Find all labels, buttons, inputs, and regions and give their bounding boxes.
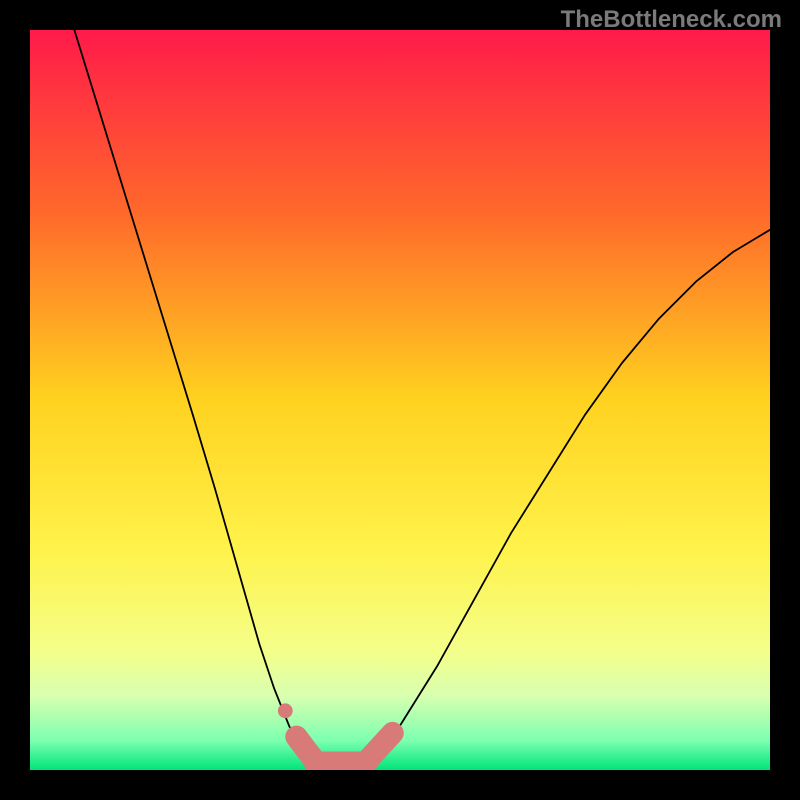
gradient-background — [30, 30, 770, 770]
bottleneck-chart — [30, 30, 770, 770]
watermark-text: TheBottleneck.com — [561, 6, 782, 34]
plot-frame — [30, 30, 770, 770]
marker-left-dot — [278, 703, 293, 718]
